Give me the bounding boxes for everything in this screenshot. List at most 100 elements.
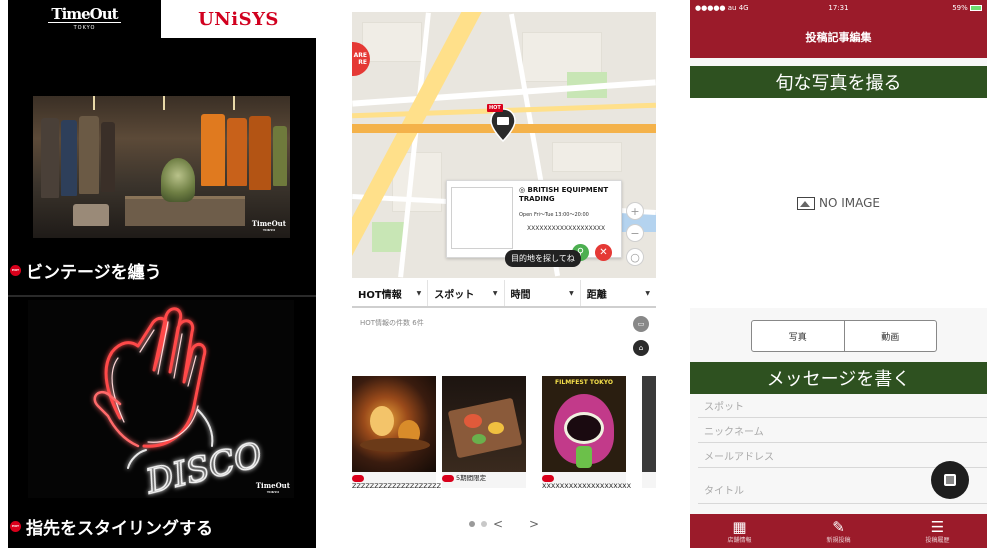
store-thumbnail [451,187,513,249]
section-header-photo: 旬な写真を撮る [690,66,987,98]
battery-indicator: 59% [952,4,982,12]
card-image [642,376,656,472]
hot-info-card-partial[interactable] [642,376,656,488]
battery-icon [970,5,982,11]
filter-hot[interactable]: HOT情報 ▼ [352,280,429,306]
article-list-screen: TimeOut TOKYO UNiSYS TimeOut TOKYO HOT ビン… [8,0,316,548]
hot-info-card[interactable]: FILMFEST TOKYO XXXXXXXXXXXXXXXXXXXX [542,376,631,490]
locate-icon[interactable]: ○ [626,248,644,266]
article-photo-neon[interactable]: DISCO TimeOut TOKYO [28,300,294,500]
article-title: 指先をスタイリングする [26,518,213,539]
clothing-item [273,126,287,186]
clothing-item [201,114,225,186]
clothing-item [61,120,77,196]
filter-bar: HOT情報 ▼ スポット ▼ 時間 ▼ 距離 ▼ [352,280,656,308]
article-divider [8,295,316,297]
media-type-selector: 写真 動画 [751,320,937,352]
card-label: ZZZZZZZZZZZZZZZZZZZZ [352,474,442,490]
hot-badge-icon [542,474,554,482]
store-address: XXXXXXXXXXXXXXXXXXX [527,225,606,232]
result-count: HOT情報の件数 6件 [360,319,424,327]
neon-hand-sign: DISCO [93,307,267,500]
flower-vase [161,158,195,202]
home-icon[interactable]: ⌂ [633,340,649,356]
stop-icon [944,474,956,486]
clothing-item [227,118,247,186]
clothing-item [101,122,115,192]
chevron-down-icon: ▼ [569,289,574,297]
store-popup[interactable]: ◎ BRITISH EQUIPMENT TRADING Open Fri〜Tue… [446,180,622,258]
hot-badge-icon [442,474,454,482]
spot-field[interactable]: スポット [698,394,987,418]
filter-distance[interactable]: 距離 ▼ [581,280,656,306]
brand-header: TimeOut TOKYO UNiSYS [8,0,316,38]
timeout-watermark: TimeOut TOKYO [255,481,290,494]
page-title: 投稿記事編集 [690,16,987,58]
pager-dot [480,521,487,527]
hot-badge-icon: HOT [10,520,21,532]
hot-pin-label: HOT [487,104,503,112]
prev-arrow-icon[interactable]: < [493,517,503,531]
tab-bar: ▦ 店舗情報 ✎ 新規投稿 ☰ 投稿履歴 [690,514,987,548]
destination-tooltip: 目的地を探してね [505,250,581,267]
status-bar: ●●●●● au 4G 17:31 59% [690,0,987,16]
card-image [442,376,526,472]
map-road [352,79,656,107]
list-icon: ☰ [930,517,945,536]
tab-new-post[interactable]: ✎ 新規投稿 [789,514,888,548]
article-title-row[interactable]: HOT ビンテージを纏う [8,242,316,298]
hot-badge-icon: HOT [10,264,21,276]
video-button[interactable]: 動画 [845,321,937,351]
photo-button[interactable]: 写真 [752,321,845,351]
store-title: ◎ BRITISH EQUIPMENT TRADING [519,186,609,203]
ceiling-lamp [93,96,95,110]
hot-info-card[interactable]: ZZZZZZZZZZZZZZZZZZZZ [352,376,441,490]
image-icon [796,196,815,210]
photo-placeholder[interactable]: NO IMAGE [690,98,987,308]
chevron-down-icon: ▼ [645,289,650,297]
no-image-label: NO IMAGE [818,196,880,210]
tab-post-history[interactable]: ☰ 投稿履歴 [888,514,987,548]
zoom-in-icon[interactable]: + [626,202,644,220]
ceiling-lamp [163,96,165,110]
clothing-item [41,118,59,198]
hot-info-card[interactable]: 5期間限定 [442,376,526,488]
filter-spot[interactable]: スポット ▼ [428,280,505,306]
filter-time[interactable]: 時間 ▼ [505,280,581,306]
edit-icon: ✎ [832,517,845,536]
map-block [552,142,622,172]
map-view[interactable]: ARE RE HOT ◎ BRITISH EQUIPMENT TRADING Op… [352,12,656,278]
chevron-down-icon: ▼ [492,289,498,297]
nickname-field[interactable]: ニックネーム [698,419,987,443]
zoom-out-icon[interactable]: − [626,224,644,242]
map-block [362,22,422,62]
clothing-item [249,116,271,190]
tab-store-info[interactable]: ▦ 店舗情報 [690,514,789,548]
article-title-row[interactable]: HOT 指先をスタイリングする [8,498,316,548]
card-label: XXXXXXXXXXXXXXXXXXXX [542,474,632,490]
map-pin-icon[interactable] [490,108,516,142]
clothing-item [79,116,99,194]
next-arrow-icon[interactable]: > [529,517,539,531]
map-screen: ARE RE HOT ◎ BRITISH EQUIPMENT TRADING Op… [352,0,656,548]
card-label: 5期間限定 [442,474,532,482]
ceiling-lamp [233,96,235,110]
card-image [352,376,436,472]
stop-button[interactable] [931,461,969,499]
mannequin [73,204,109,226]
article-title: ビンテージを纏う [26,262,162,283]
timeout-logo: TimeOut TOKYO [8,0,161,38]
pager-dot-active [468,521,475,527]
timeout-watermark: TimeOut TOKYO [251,219,286,232]
close-icon[interactable]: ✕ [595,244,612,261]
carrier-label: ●●●●● au 4G [695,4,749,12]
building-icon: ▦ [732,517,747,536]
chevron-down-icon: ▼ [416,289,422,297]
post-edit-screen: ●●●●● au 4G 17:31 59% 投稿記事編集 旬な写真を撮る NO … [690,0,987,548]
store-hours: Open Fri〜Tue 13:00〜20:00 [519,212,589,218]
card-image: FILMFEST TOKYO [542,376,626,472]
section-header-message: メッセージを書く [690,362,987,394]
list-view-icon[interactable]: ▭ [633,316,649,332]
article-photo-vintage[interactable]: TimeOut TOKYO [33,96,290,238]
carousel-pager: < > [352,516,656,532]
